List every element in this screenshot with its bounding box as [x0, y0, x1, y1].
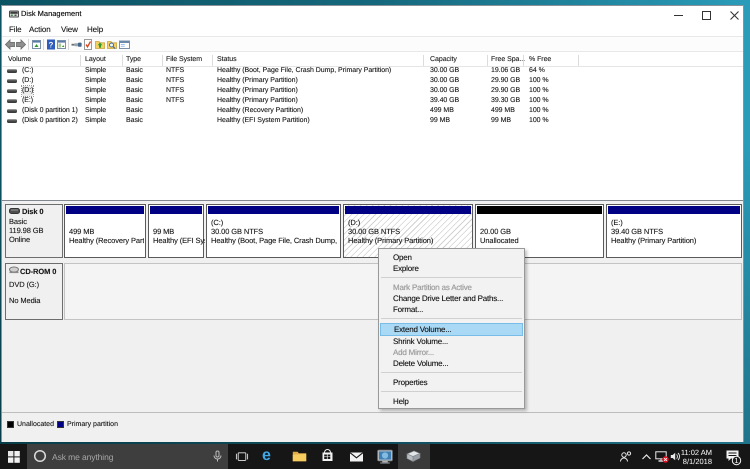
svg-text:1: 1: [734, 456, 738, 465]
svg-text:?: ?: [49, 41, 54, 50]
